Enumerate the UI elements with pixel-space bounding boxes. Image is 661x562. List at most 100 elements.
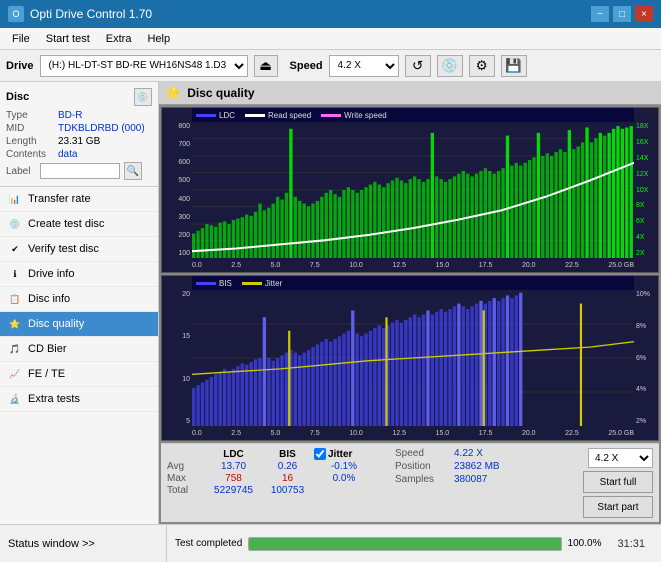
dq-title: Disc quality [187, 86, 254, 100]
charts-area: LDC Read speed Write speed 800 700 600 [159, 105, 661, 524]
sidebar-item-fe-te[interactable]: 📈 FE / TE [0, 362, 158, 387]
x-label-15: 15.0 [436, 262, 450, 269]
y2-label-20: 20 [164, 291, 190, 298]
progress-bar-inner [249, 538, 560, 550]
status-window-item[interactable]: Status window >> [8, 525, 167, 562]
close-button[interactable]: × [635, 6, 653, 22]
save-button[interactable]: 💾 [501, 55, 527, 77]
sidebar-item-disc-quality[interactable]: ⭐ Disc quality [0, 312, 158, 337]
start-full-button[interactable]: Start full [583, 471, 653, 493]
bis-x-axis: 0.0 2.5 5.0 7.5 10.0 12.5 15.0 17.5 20.0… [192, 426, 634, 440]
legend-ldc: LDC [196, 111, 235, 120]
drivebar: Drive (H:) HL-DT-ST BD-RE WH16NS48 1.D3 … [0, 50, 661, 82]
y-label-800: 800 [164, 123, 190, 130]
ldc-y-axis-right: 18X 16X 14X 12X 10X 8X 6X 4X 2X [634, 122, 658, 258]
sidebar-item-verify-label: Verify test disc [28, 243, 99, 255]
sidebar-item-disc-info-label: Disc info [28, 293, 70, 305]
x-label-10: 10.0 [349, 262, 363, 269]
drive-select[interactable]: (H:) HL-DT-ST BD-RE WH16NS48 1.D3 [40, 55, 248, 77]
sidebar-item-create-test-disc[interactable]: 💿 Create test disc [0, 212, 158, 237]
content-area: ⭐ Disc quality LDC Read speed [159, 82, 661, 524]
legend-read-speed: Read speed [245, 111, 311, 120]
cd-bier-icon: 🎵 [8, 342, 22, 356]
x2-label-25: 25.0 GB [608, 430, 634, 437]
legend-jitter: Jitter [242, 279, 282, 288]
y2-right-8: 8% [636, 323, 656, 330]
speed-label: Speed [290, 60, 323, 72]
sidebar-item-transfer-rate[interactable]: 📊 Transfer rate [0, 187, 158, 212]
bis-header: BIS [265, 449, 310, 460]
y-right-16x: 16X [636, 139, 656, 146]
ldc-x-axis: 0.0 2.5 5.0 7.5 10.0 12.5 15.0 17.5 20.0… [192, 258, 634, 272]
verify-test-disc-icon: ✔ [8, 242, 22, 256]
y-right-18x: 18X [636, 123, 656, 130]
y-right-8x: 8X [636, 202, 656, 209]
ldc-chart-svg [192, 122, 634, 258]
menu-help[interactable]: Help [139, 31, 178, 47]
extra-tests-icon: 🔬 [8, 392, 22, 406]
x2-label-10: 10.0 [349, 430, 363, 437]
speed-label-s: Speed [395, 448, 450, 459]
max-label: Max [167, 473, 202, 484]
y-label-400: 400 [164, 196, 190, 203]
samples-value: 380087 [454, 474, 487, 485]
y-right-2x: 2X [636, 250, 656, 257]
jitter-avg: -0.1% [314, 461, 374, 472]
y2-right-10: 10% [636, 291, 656, 298]
sidebar-item-fe-te-label: FE / TE [28, 368, 65, 380]
menubar: File Start test Extra Help [0, 28, 661, 50]
bis-avg: 0.26 [265, 461, 310, 472]
settings-button[interactable]: ⚙ [469, 55, 495, 77]
drive-label: Drive [6, 60, 34, 72]
y-label-700: 700 [164, 141, 190, 148]
minimize-button[interactable]: − [591, 6, 609, 22]
sidebar-item-disc-info[interactable]: 📋 Disc info [0, 287, 158, 312]
start-part-button[interactable]: Start part [583, 496, 653, 518]
x-label-12.5: 12.5 [392, 262, 406, 269]
disc-quality-icon: ⭐ [8, 317, 22, 331]
sidebar-item-verify-test-disc[interactable]: ✔ Verify test disc [0, 237, 158, 262]
disc-label-search-button[interactable]: 🔍 [124, 162, 142, 180]
speed-value: 4.22 X [454, 448, 483, 459]
drive-eject-button[interactable]: ⏏ [254, 55, 278, 77]
create-test-disc-icon: 💿 [8, 217, 22, 231]
menu-start-test[interactable]: Start test [38, 31, 98, 47]
write-speed-color [321, 114, 341, 117]
sidebar-item-extra-tests-label: Extra tests [28, 393, 80, 405]
refresh-button[interactable]: ↺ [405, 55, 431, 77]
bis-chart-svg [192, 290, 634, 426]
disc-section: Disc 💿 Type BD-R MID TDKBLDRBD (000) Len… [0, 82, 158, 187]
app-icon: O [8, 6, 24, 22]
y2-label-5: 5 [164, 418, 190, 425]
sidebar: Disc 💿 Type BD-R MID TDKBLDRBD (000) Len… [0, 82, 159, 524]
disc-icon-button[interactable]: 💿 [437, 55, 463, 77]
disc-label-key: Label [6, 166, 36, 177]
status-window-label: Status window >> [8, 538, 95, 550]
disc-label-input[interactable] [40, 163, 120, 179]
sidebar-item-extra-tests[interactable]: 🔬 Extra tests [0, 387, 158, 412]
position-value: 23862 MB [454, 461, 500, 472]
y2-right-2: 2% [636, 418, 656, 425]
speed-select[interactable]: 4.2 X [329, 55, 399, 77]
fe-te-icon: 📈 [8, 367, 22, 381]
maximize-button[interactable]: □ [613, 6, 631, 22]
main-area: Disc 💿 Type BD-R MID TDKBLDRBD (000) Len… [0, 82, 661, 524]
x2-label-22.5: 22.5 [565, 430, 579, 437]
x2-label-2.5: 2.5 [231, 430, 241, 437]
y2-right-4: 4% [636, 386, 656, 393]
menu-extra[interactable]: Extra [98, 31, 140, 47]
y-label-600: 600 [164, 159, 190, 166]
y-right-6x: 6X [636, 218, 656, 225]
start-area: 4.2 X Start full Start part [583, 448, 653, 518]
sidebar-item-cd-bier[interactable]: 🎵 CD Bier [0, 337, 158, 362]
jitter-max: 0.0% [314, 473, 374, 484]
jitter-checkbox[interactable] [314, 448, 326, 460]
window-controls: − □ × [591, 6, 653, 22]
avg-label: Avg [167, 461, 202, 472]
speed-select-stats[interactable]: 4.2 X [588, 448, 653, 468]
menu-file[interactable]: File [4, 31, 38, 47]
ldc-chart: LDC Read speed Write speed 800 700 600 [161, 107, 659, 273]
jitter-cb-container: Jitter [314, 448, 352, 460]
disc-icon[interactable]: 💿 [134, 88, 152, 106]
sidebar-item-drive-info[interactable]: ℹ Drive info [0, 262, 158, 287]
